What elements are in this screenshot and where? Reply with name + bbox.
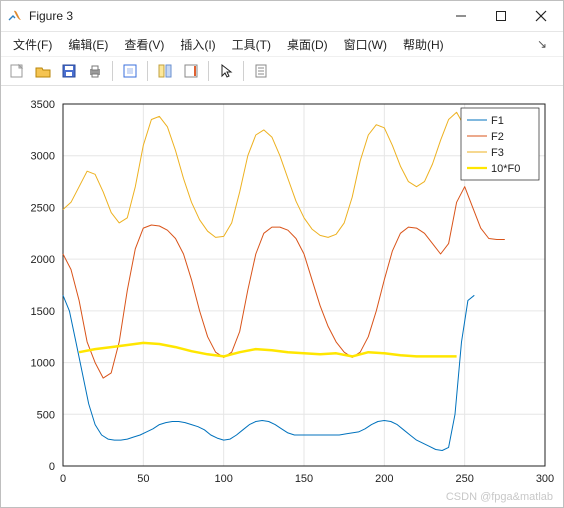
link-axes-icon[interactable] xyxy=(153,60,177,82)
insert-colorbar-icon[interactable] xyxy=(179,60,203,82)
figure-window: Figure 3 文件(F) 编辑(E) 查看(V) 插入(I) 工具(T) 桌… xyxy=(0,0,564,508)
edit-plot-icon[interactable] xyxy=(118,60,142,82)
svg-text:F3: F3 xyxy=(491,147,504,159)
svg-text:3500: 3500 xyxy=(31,99,55,111)
menu-desktop[interactable]: 桌面(D) xyxy=(279,36,336,53)
svg-text:2000: 2000 xyxy=(31,254,55,266)
titlebar: Figure 3 xyxy=(1,1,563,32)
minimize-button[interactable] xyxy=(441,1,481,31)
svg-text:F1: F1 xyxy=(491,115,504,127)
window-title: Figure 3 xyxy=(29,9,441,23)
property-inspector-icon[interactable] xyxy=(249,60,273,82)
svg-text:50: 50 xyxy=(137,473,149,485)
save-icon[interactable] xyxy=(57,60,81,82)
close-button[interactable] xyxy=(521,1,561,31)
axes[interactable]: 0501001502002503000500100015002000250030… xyxy=(1,86,563,507)
toolbar xyxy=(1,57,563,86)
menu-window[interactable]: 窗口(W) xyxy=(336,36,395,53)
open-icon[interactable] xyxy=(31,60,55,82)
svg-text:100: 100 xyxy=(214,473,232,485)
print-icon[interactable] xyxy=(83,60,107,82)
toolbar-separator xyxy=(208,61,209,81)
toolbar-separator xyxy=(243,61,244,81)
menu-file[interactable]: 文件(F) xyxy=(5,36,60,53)
svg-text:250: 250 xyxy=(455,473,473,485)
svg-text:0: 0 xyxy=(60,473,66,485)
new-figure-icon[interactable] xyxy=(5,60,29,82)
window-controls xyxy=(441,1,561,31)
maximize-button[interactable] xyxy=(481,1,521,31)
svg-text:200: 200 xyxy=(375,473,393,485)
menu-edit[interactable]: 编辑(E) xyxy=(60,36,116,53)
svg-text:2500: 2500 xyxy=(31,202,55,214)
svg-text:0: 0 xyxy=(49,461,55,473)
toolbar-separator xyxy=(112,61,113,81)
menu-insert[interactable]: 插入(I) xyxy=(172,36,223,53)
watermark: CSDN @fpga&matlab xyxy=(446,491,553,503)
toolbar-separator xyxy=(147,61,148,81)
svg-text:10*F0: 10*F0 xyxy=(491,163,520,175)
menu-view[interactable]: 查看(V) xyxy=(116,36,172,53)
svg-text:300: 300 xyxy=(536,473,554,485)
pointer-icon[interactable] xyxy=(214,60,238,82)
svg-text:150: 150 xyxy=(295,473,313,485)
menu-help[interactable]: 帮助(H) xyxy=(395,36,452,53)
menu-tools[interactable]: 工具(T) xyxy=(224,36,279,53)
menu-chevron-icon[interactable]: ↘ xyxy=(525,37,559,51)
svg-text:1500: 1500 xyxy=(31,306,55,318)
svg-text:3000: 3000 xyxy=(31,151,55,163)
svg-text:500: 500 xyxy=(37,409,55,421)
menubar: 文件(F) 编辑(E) 查看(V) 插入(I) 工具(T) 桌面(D) 窗口(W… xyxy=(1,32,563,57)
svg-text:1000: 1000 xyxy=(31,358,55,370)
svg-text:F2: F2 xyxy=(491,131,504,143)
matlab-icon xyxy=(7,8,23,24)
